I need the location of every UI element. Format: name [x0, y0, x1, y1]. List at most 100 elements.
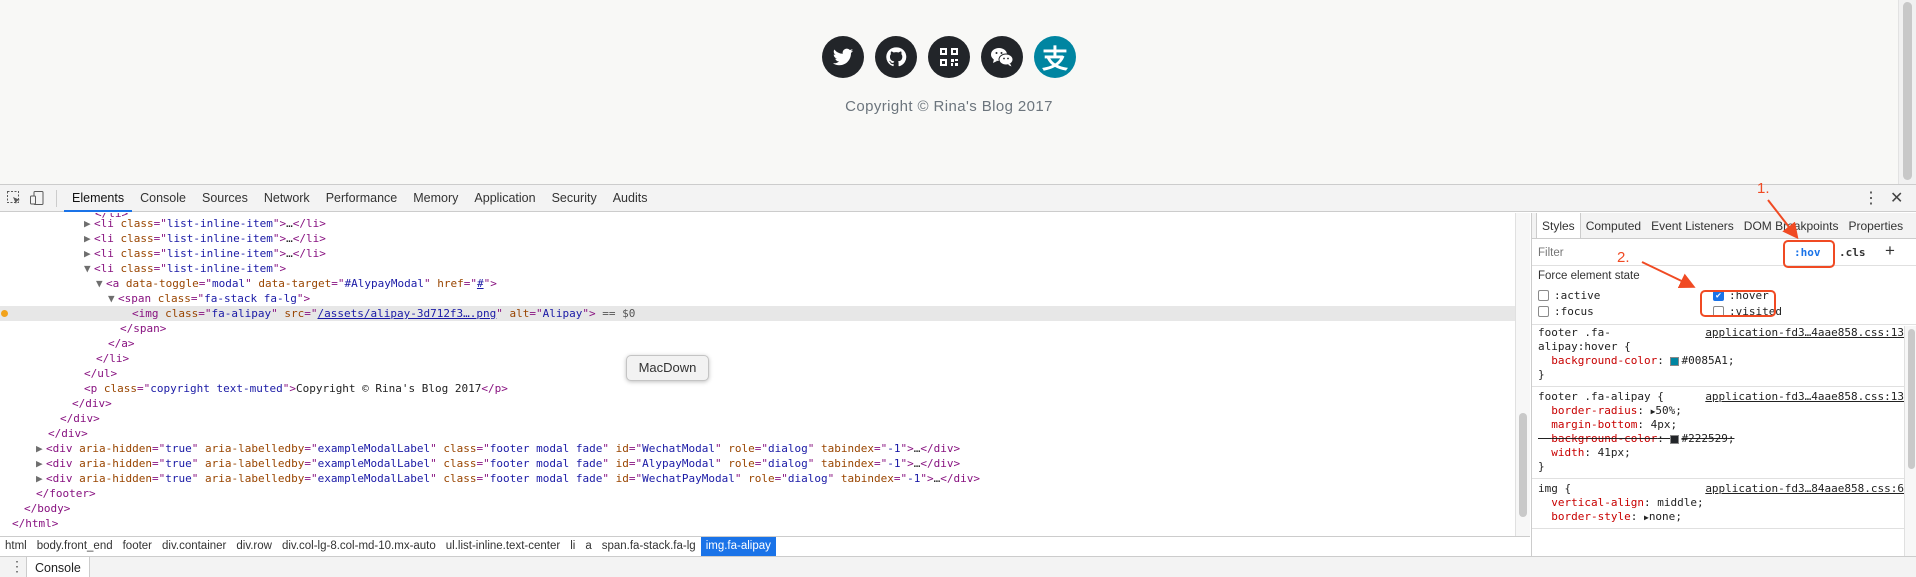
styles-scrollbar[interactable]	[1904, 326, 1916, 556]
expand-arrow-icon[interactable]: ▶	[84, 246, 94, 261]
breadcrumb-item[interactable]: div.col-lg-8.col-md-10.mx-auto	[277, 537, 441, 556]
dom-line[interactable]: </footer>	[0, 486, 1516, 501]
tab-network[interactable]: Network	[256, 185, 318, 212]
dom-line[interactable]: ▶ <li class="list-inline-item">…</li>	[0, 231, 1516, 246]
breadcrumb-item[interactable]: div.row	[231, 537, 277, 556]
expand-arrow-icon[interactable]: ▶	[36, 471, 46, 486]
dom-line[interactable]: <p class="copyright text-muted">Copyrigh…	[0, 381, 1516, 396]
styles-scrollbar-thumb[interactable]	[1908, 329, 1915, 469]
styles-filter-input[interactable]	[1538, 245, 1738, 261]
close-devtools-icon[interactable]: ✕	[1890, 188, 1903, 208]
tab-sources[interactable]: Sources	[194, 185, 256, 212]
breadcrumb-item[interactable]: a	[580, 537, 596, 556]
style-rule[interactable]: footer .fa-application-fd3…4aae858.css:1…	[1532, 326, 1904, 387]
rule-source-link[interactable]: application-fd3…4aae858.css:13	[1705, 390, 1904, 404]
dom-line[interactable]: ▶ <li class="list-inline-item">…</li>	[0, 246, 1516, 261]
wechat-icon[interactable]	[981, 36, 1023, 78]
collapse-arrow-icon[interactable]: ▼	[108, 291, 118, 306]
breadcrumb-item[interactable]: body.front_end	[32, 537, 118, 556]
rule-source-link[interactable]: application-fd3…84aae858.css:6	[1705, 482, 1904, 496]
twitter-icon[interactable]	[822, 36, 864, 78]
checkbox-icon[interactable]	[1538, 290, 1549, 301]
dom-line[interactable]: </a>	[0, 336, 1516, 351]
dom-line[interactable]: ▶ <div aria-hidden="true" aria-labelledby…	[0, 456, 1516, 471]
breadcrumb-item[interactable]: html	[0, 537, 32, 556]
drawer-tab-console[interactable]: Console	[26, 557, 90, 577]
styles-pane: Styles Computed Event Listeners DOM Brea…	[1531, 213, 1916, 556]
style-declaration[interactable]: margin-bottom: 4px;	[1538, 418, 1898, 432]
alipay-icon[interactable]: 支	[1034, 36, 1076, 78]
tab-memory[interactable]: Memory	[405, 185, 466, 212]
tab-styles[interactable]: Styles	[1536, 213, 1581, 238]
state-active-checkbox[interactable]: :active	[1538, 289, 1600, 302]
drawer-menu-icon[interactable]: ⋮	[10, 558, 24, 575]
more-options-icon[interactable]: ⋮	[1863, 188, 1879, 208]
expand-arrow-icon[interactable]: ▶	[36, 456, 46, 471]
breadcrumb-item[interactable]: div.container	[157, 537, 231, 556]
breadcrumb-item[interactable]: footer	[118, 537, 157, 556]
dom-line[interactable]: </span>	[0, 321, 1516, 336]
style-declaration[interactable]: width: 41px;	[1538, 446, 1898, 460]
breadcrumb-item[interactable]: ul.list-inline.text-center	[441, 537, 565, 556]
dom-line[interactable]: </li>	[0, 351, 1516, 366]
force-state-title: Force element state	[1538, 270, 1640, 282]
elements-scrollbar-thumb[interactable]	[1519, 413, 1527, 517]
cls-toggle-button[interactable]: .cls	[1839, 246, 1866, 259]
github-icon[interactable]	[875, 36, 917, 78]
state-focus-checkbox[interactable]: :focus	[1538, 305, 1594, 318]
elements-scrollbar[interactable]	[1515, 213, 1530, 536]
styles-filter-bar: :hov .cls +	[1532, 240, 1916, 266]
dom-line[interactable]: </ul>	[0, 366, 1516, 381]
style-declaration[interactable]: background-color: #0085A1;	[1538, 354, 1898, 368]
dom-line[interactable]: ▼ <span class="fa-stack fa-lg">	[0, 291, 1516, 306]
breadcrumb-item-active[interactable]: img.fa-alipay	[700, 536, 776, 556]
expand-arrow-icon[interactable]: ▶	[84, 231, 94, 246]
dom-line[interactable]: </div>	[0, 396, 1516, 411]
dom-line[interactable]: ▶ <div aria-hidden="true" aria-labelledby…	[0, 471, 1516, 486]
style-rule[interactable]: footer .fa-alipay {application-fd3…4aae8…	[1532, 390, 1904, 479]
tab-properties[interactable]: Properties	[1843, 213, 1908, 238]
color-swatch-icon[interactable]	[1670, 356, 1680, 366]
tab-event-listeners[interactable]: Event Listeners	[1646, 213, 1739, 238]
dom-line[interactable]: </body>	[0, 501, 1516, 516]
style-declaration[interactable]: border-radius: ▶50%;	[1538, 404, 1898, 418]
page-scrollbar[interactable]	[1898, 0, 1916, 184]
collapse-arrow-icon[interactable]: ▼	[84, 261, 94, 276]
expand-arrow-icon[interactable]: ▶	[84, 216, 94, 231]
style-declaration-overridden[interactable]: background-color: #222529;	[1538, 432, 1898, 446]
color-swatch-icon[interactable]	[1670, 434, 1680, 444]
expand-arrow-icon[interactable]: ▶	[36, 441, 46, 456]
new-style-rule-button[interactable]: +	[1885, 241, 1895, 261]
collapse-arrow-icon[interactable]: ▼	[96, 276, 106, 291]
page-scrollbar-thumb[interactable]	[1903, 2, 1912, 180]
qrcode-icon[interactable]	[928, 36, 970, 78]
dom-line-selected[interactable]: <img class="fa-alipay" src="/assets/alip…	[0, 306, 1516, 321]
devtools-toolbar: Elements Console Sources Network Perform…	[0, 185, 1916, 212]
tab-security[interactable]: Security	[544, 185, 605, 212]
checkbox-icon[interactable]	[1538, 306, 1549, 317]
breadcrumb: html body.front_end footer div.container…	[0, 536, 1530, 556]
sidebar-tabs: Styles Computed Event Listeners DOM Brea…	[1532, 213, 1916, 239]
style-rule[interactable]: img {application-fd3…84aae858.css:6 vert…	[1532, 482, 1904, 529]
dom-line[interactable]: ▼ <a data-toggle="modal" data-target="#Al…	[0, 276, 1516, 291]
dom-line[interactable]: ▼ <li class="list-inline-item">	[0, 261, 1516, 276]
dom-line[interactable]: </div>	[0, 411, 1516, 426]
dom-line[interactable]: ▶ <div aria-hidden="true" aria-labelledby…	[0, 441, 1516, 456]
tab-audits[interactable]: Audits	[605, 185, 656, 212]
tab-performance[interactable]: Performance	[318, 185, 406, 212]
inspect-element-icon[interactable]	[6, 190, 22, 206]
tab-application[interactable]: Application	[466, 185, 543, 212]
dom-line[interactable]: </html>	[0, 516, 1516, 531]
dom-line[interactable]: ▶ <li class="list-inline-item">…</li>	[0, 216, 1516, 231]
tab-computed[interactable]: Computed	[1581, 213, 1646, 238]
breadcrumb-item[interactable]: span.fa-stack.fa-lg	[597, 537, 701, 556]
breadcrumb-item[interactable]: li	[565, 537, 580, 556]
rule-source-link[interactable]: application-fd3…4aae858.css:13	[1705, 326, 1904, 340]
style-declaration[interactable]: vertical-align: middle;	[1538, 496, 1898, 510]
tab-dom-breakpoints[interactable]: DOM Breakpoints	[1739, 213, 1844, 238]
dom-line[interactable]: </div>	[0, 426, 1516, 441]
tab-console[interactable]: Console	[132, 185, 194, 212]
style-declaration[interactable]: border-style: ▶none;	[1538, 510, 1898, 524]
device-toolbar-icon[interactable]	[29, 190, 45, 206]
tab-elements[interactable]: Elements	[64, 185, 133, 212]
